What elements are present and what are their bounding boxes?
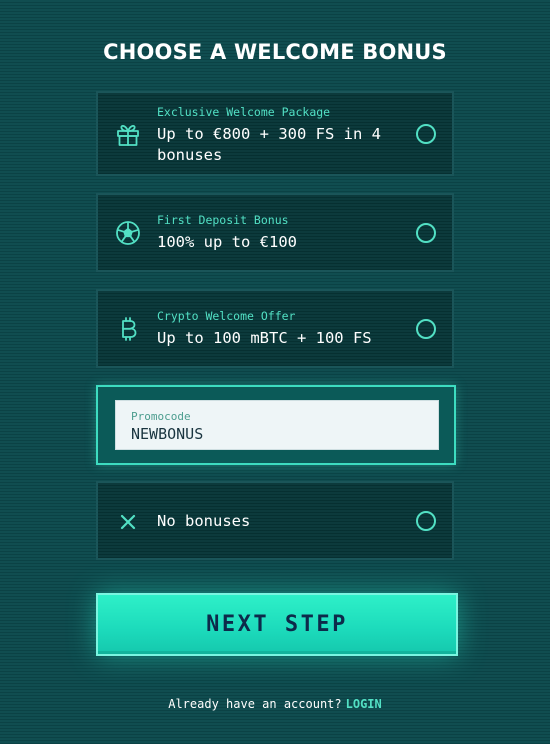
radio-button[interactable] xyxy=(416,223,436,243)
login-prompt-text: Already have an account? xyxy=(168,697,342,711)
promocode-label: Promocode xyxy=(131,410,191,423)
bonus-subtitle: First Deposit Bonus xyxy=(157,213,289,227)
bonus-subtitle: Exclusive Welcome Package xyxy=(157,105,331,119)
gift-icon xyxy=(114,120,142,148)
page-title: CHOOSE A WELCOME BONUS xyxy=(103,40,447,64)
login-link[interactable]: LOGIN xyxy=(346,697,382,711)
bitcoin-icon xyxy=(114,315,142,343)
promocode-input[interactable] xyxy=(131,424,421,444)
login-prompt: Already have an account? LOGIN xyxy=(0,697,550,711)
bonus-description: Up to €800 + 300 FS in 4 bonuses xyxy=(157,125,381,164)
bonus-subtitle: Crypto Welcome Offer xyxy=(157,309,296,323)
radio-button[interactable] xyxy=(416,511,436,531)
bonus-option-crypto-welcome[interactable]: Crypto Welcome Offer Up to 100 mBTC + 10… xyxy=(96,289,454,368)
radio-button[interactable] xyxy=(416,319,436,339)
no-bonus-option[interactable]: No bonuses xyxy=(96,481,454,560)
bonus-description: 100% up to €100 xyxy=(157,233,297,251)
bonus-description: Up to 100 mBTC + 100 FS xyxy=(157,329,372,347)
soccer-ball-icon xyxy=(114,219,142,247)
bonus-option-first-deposit[interactable]: First Deposit Bonus 100% up to €100 xyxy=(96,193,454,272)
promocode-field[interactable]: Promocode xyxy=(115,400,439,450)
next-step-button[interactable]: NEXT STEP xyxy=(96,593,458,656)
radio-button[interactable] xyxy=(416,124,436,144)
no-bonus-label: No bonuses xyxy=(157,512,251,530)
close-icon xyxy=(114,508,142,536)
bonus-option-exclusive-welcome-package[interactable]: Exclusive Welcome Package Up to €800 + 3… xyxy=(96,91,454,176)
promocode-card: Promocode xyxy=(96,385,456,465)
